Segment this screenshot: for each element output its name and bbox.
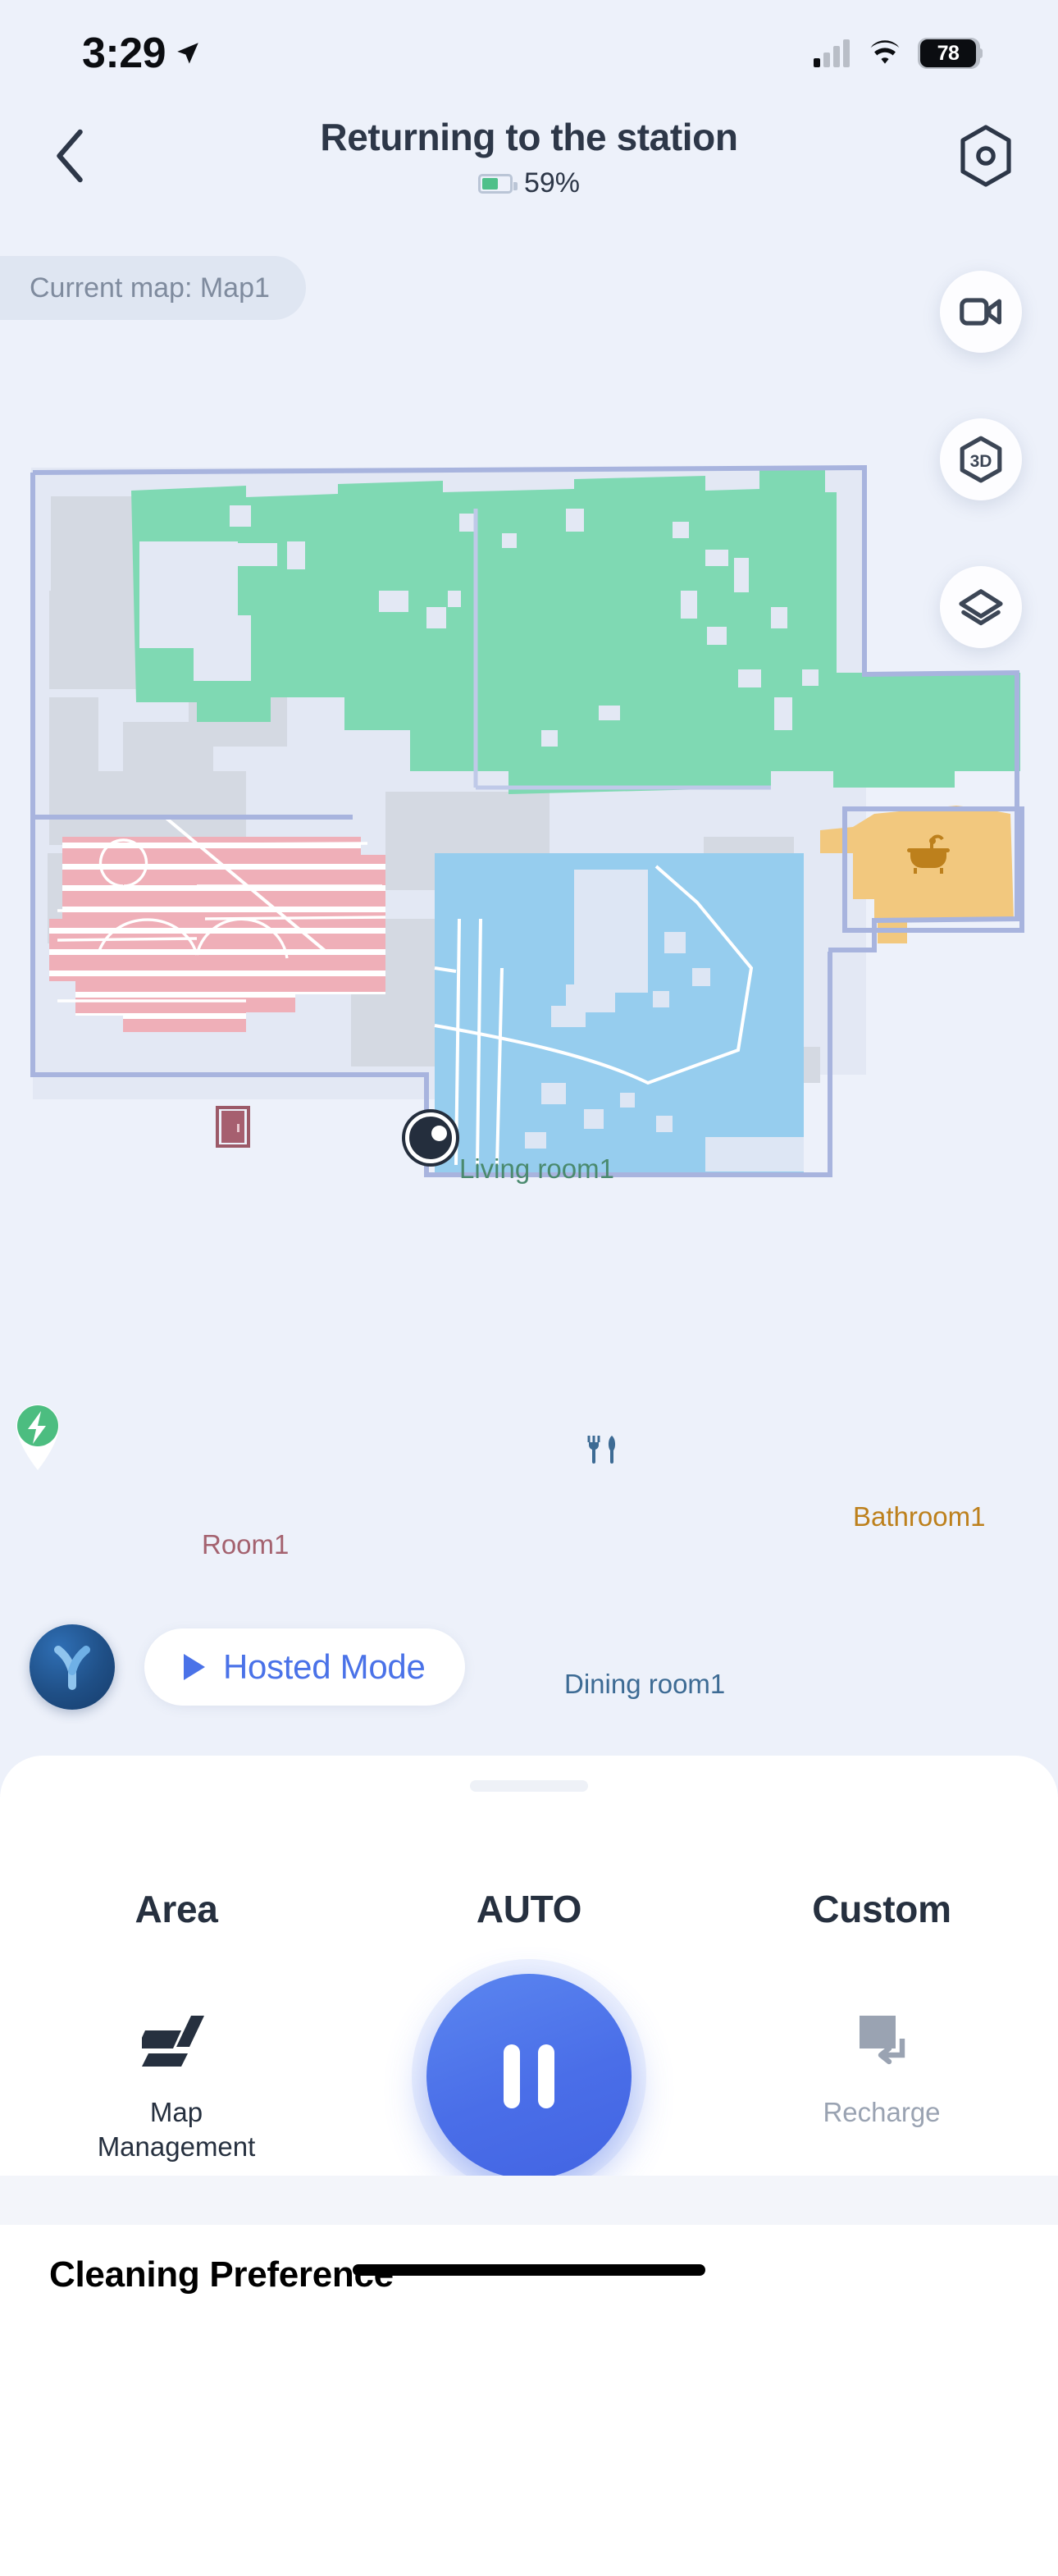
brand-logo-button[interactable]: [30, 1624, 115, 1710]
floorplan-svg: [30, 464, 1024, 1464]
layers-button[interactable]: [940, 566, 1022, 648]
status-bar: 3:29 78: [0, 0, 1058, 107]
home-indicator: [353, 2264, 705, 2276]
tab-custom[interactable]: Custom: [705, 1887, 1058, 1931]
wifi-icon: [870, 40, 900, 64]
sheet-divider: [0, 2176, 1058, 2225]
cleaning-preference-title: Cleaning Preference: [49, 2254, 394, 2295]
room-label-dining: Dining room1: [564, 1669, 726, 1699]
video-camera-icon: [960, 298, 1001, 326]
current-map-label: Current map: Map1: [30, 272, 270, 304]
recharge-button[interactable]: Recharge: [705, 2002, 1058, 2130]
map-management-label: Map Management: [97, 2097, 256, 2163]
title-block: Returning to the station 59%: [0, 115, 1058, 199]
play-triangle-icon: [184, 1654, 205, 1680]
robot-battery-row: 59%: [0, 167, 1058, 199]
pause-icon: [504, 2044, 554, 2108]
3d-view-button[interactable]: 3D: [940, 418, 1022, 500]
recharge-icon: [853, 2002, 910, 2080]
tab-area-label: Area: [135, 1888, 218, 1930]
recharge-label: Recharge: [823, 2097, 941, 2127]
map-canvas[interactable]: Living room1 Room1 Bathroom1 Dining room…: [0, 345, 1058, 1699]
video-button[interactable]: [940, 271, 1022, 353]
3d-view-icon: 3D: [960, 436, 1002, 483]
charging-dock-icon: [16, 1404, 59, 1470]
device-settings-button[interactable]: [951, 121, 1020, 190]
hosted-mode-button[interactable]: Hosted Mode: [144, 1628, 465, 1706]
robot-position-marker[interactable]: [405, 1112, 456, 1163]
charging-dock-marker[interactable]: [7, 1395, 69, 1470]
cleaning-preference-section[interactable]: Cleaning Preference: [0, 2225, 1058, 2295]
cutlery-icon: [587, 1436, 616, 1464]
map-layers-glyph: [142, 2016, 204, 2067]
robot-ring: [405, 1112, 456, 1163]
location-arrow-icon: [177, 43, 198, 64]
tab-custom-label: Custom: [812, 1888, 951, 1930]
action-row: Map Management Recharge: [0, 1974, 1058, 2179]
status-time: 3:29: [82, 30, 166, 77]
pause-button[interactable]: [426, 1974, 632, 2179]
page-title: Returning to the station: [320, 116, 738, 158]
tab-auto[interactable]: AUTO: [353, 1887, 705, 1931]
y-brand-logo: [54, 1646, 90, 1690]
door-icon: [216, 1106, 250, 1148]
hosted-mode-row: Hosted Mode: [30, 1624, 465, 1710]
mode-tabs: Area AUTO Custom: [0, 1887, 1058, 1931]
status-battery: 78: [918, 38, 983, 69]
page-header: Returning to the station 59%: [0, 107, 1058, 213]
status-battery-level: 78: [920, 39, 983, 67]
battery-icon: [477, 173, 518, 194]
cellular-bars-icon: [814, 39, 850, 67]
3d-label: 3D: [970, 452, 992, 471]
layers-icon: [959, 589, 1003, 626]
robot-direction-dot: [431, 1126, 447, 1141]
main-action-column: [353, 1974, 705, 2179]
control-sheet: Area AUTO Custom Map Management Recharge: [0, 1756, 1058, 2576]
battery-percent-label: 59%: [523, 167, 581, 199]
current-map-chip[interactable]: Current map: Map1: [0, 256, 306, 320]
status-bar-left: 3:29: [82, 29, 202, 78]
hex-target-icon: [960, 125, 1011, 187]
drag-handle[interactable]: [470, 1780, 588, 1792]
recharge-glyph: [860, 2016, 905, 2065]
tab-auto-label: AUTO: [476, 1888, 582, 1930]
room-dining-room1: [434, 853, 804, 1464]
map-management-button[interactable]: Map Management: [0, 2002, 353, 2164]
hosted-mode-label: Hosted Mode: [223, 1647, 426, 1686]
tab-area[interactable]: Area: [0, 1887, 353, 1931]
status-bar-right: 78: [814, 38, 983, 69]
map-management-icon: [142, 2002, 211, 2080]
